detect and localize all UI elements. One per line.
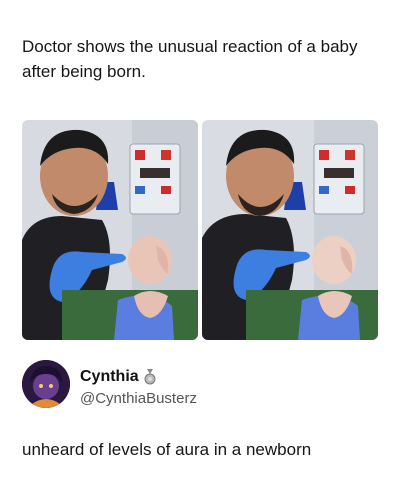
post-caption: Doctor shows the unusual reaction of a b…: [22, 37, 358, 81]
post-author: Cynthia @CynthiaBusterz: [22, 360, 378, 416]
photo-left[interactable]: [22, 120, 198, 340]
avatar[interactable]: [22, 360, 70, 408]
user-handle[interactable]: @CynthiaBusterz: [80, 390, 197, 407]
photo-right[interactable]: [202, 120, 378, 340]
avatar-icon: [22, 360, 70, 408]
medal-badge-icon: [143, 369, 157, 385]
name-row: Cynthia: [80, 368, 157, 386]
photo-doctor-newborn-icon: [202, 120, 378, 340]
reply-text: unheard of levels of aura in a newborn: [22, 440, 312, 459]
photo-doctor-newborn-icon: [22, 120, 198, 340]
display-name[interactable]: Cynthia: [80, 368, 139, 386]
media-grid: [22, 120, 378, 340]
